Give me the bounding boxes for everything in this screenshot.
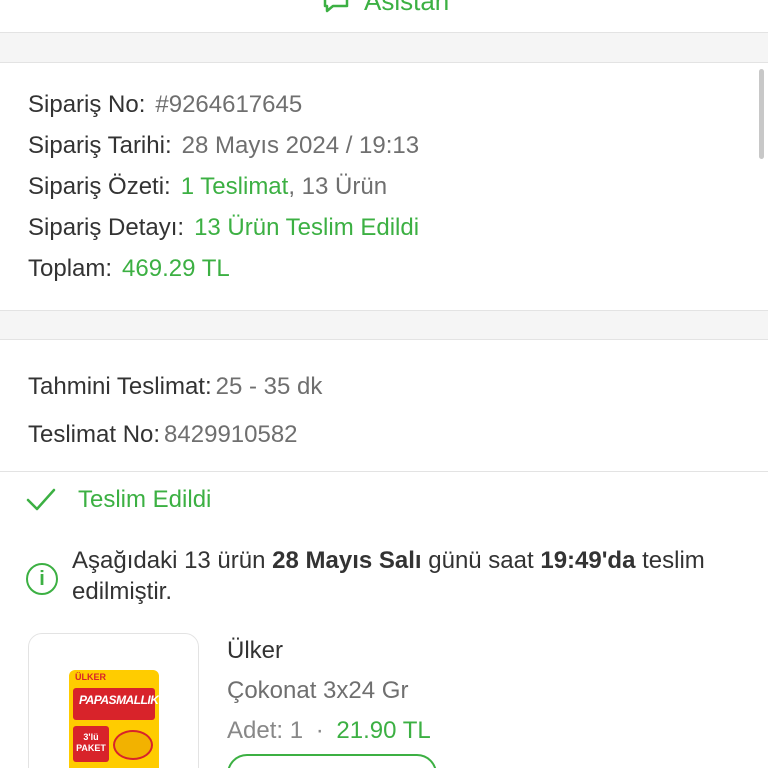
info-delivery-date: 28 Mayıs Salı bbox=[272, 547, 422, 574]
product-name: Çokonat 3x24 Gr bbox=[227, 677, 409, 704]
delivery-status: Teslim Edildi bbox=[26, 486, 211, 514]
delivery-info-text: Aşağıdaki 13 ürün 28 Mayıs Salı günü saa… bbox=[72, 545, 746, 607]
package-badge: 3'lü PAKET bbox=[73, 726, 109, 762]
order-total-value: 469.29 TL bbox=[122, 255, 230, 282]
top-action-bar: Asistan bbox=[0, 0, 768, 33]
eta-value: 25 - 35 dk bbox=[215, 373, 323, 400]
delivery-info: i Aşağıdaki 13 ürün 28 Mayıs Salı günü s… bbox=[26, 545, 746, 607]
product-package-illustration: ÜLKER PAPASMALLIK 3'lü PAKET bbox=[69, 670, 159, 768]
info-circle-icon: i bbox=[26, 563, 58, 595]
eta-label: Tahmini Teslimat: bbox=[28, 373, 212, 400]
package-brand: ÜLKER bbox=[75, 672, 106, 682]
info-text-mid: günü saat bbox=[421, 547, 541, 574]
product-quantity-price: Adet: 1 · 21.90 TL bbox=[227, 717, 431, 745]
order-detail-row: Sipariş Detayı: 13 Ürün Teslim Edildi bbox=[28, 214, 419, 242]
assistant-button[interactable]: Asistan bbox=[322, 0, 449, 17]
order-summary-row: Sipariş Özeti: 1 Teslimat, 13 Ürün bbox=[28, 173, 387, 201]
product-brand: Ülker bbox=[227, 637, 284, 664]
delivery-status-label: Teslim Edildi bbox=[78, 486, 212, 513]
delivery-number-value: 8429910582 bbox=[164, 421, 298, 448]
product-action-button[interactable] bbox=[227, 754, 437, 768]
package-name: PAPASMALLIK bbox=[79, 693, 159, 707]
product-image[interactable]: ÜLKER PAPASMALLIK 3'lü PAKET bbox=[28, 633, 199, 768]
info-delivery-time: 19:49'da bbox=[540, 547, 636, 574]
order-number-row: Sipariş No: #9264617645 bbox=[28, 91, 302, 119]
info-text-prefix: Aşağıdaki 13 ürün bbox=[72, 547, 273, 574]
order-date-value: 28 Mayıs 2024 / 19:13 bbox=[181, 132, 420, 159]
package-bar bbox=[113, 730, 153, 760]
order-summary-items: , 13 Ürün bbox=[288, 173, 388, 200]
separator: · bbox=[315, 717, 324, 744]
order-date-row: Sipariş Tarihi: 28 Mayıs 2024 / 19:13 bbox=[28, 132, 419, 160]
scrollbar[interactable] bbox=[759, 69, 764, 159]
order-summary-card: Sipariş No: #9264617645 Sipariş Tarihi: 28… bbox=[0, 62, 768, 311]
order-number-label: Sipariş No: bbox=[28, 91, 146, 118]
order-date-label: Sipariş Tarihi: bbox=[28, 132, 172, 159]
assistant-label: Asistan bbox=[364, 0, 450, 16]
order-total-row: Toplam: 469.29 TL bbox=[28, 255, 230, 283]
eta-row: Tahmini Teslimat: 25 - 35 dk bbox=[28, 373, 322, 401]
product-price: 21.90 TL bbox=[336, 717, 431, 744]
quantity-label: Adet: bbox=[227, 717, 284, 744]
order-detail-label: Sipariş Detayı: bbox=[28, 214, 185, 241]
delivery-number-row: Teslimat No: 8429910582 bbox=[28, 421, 298, 449]
order-total-label: Toplam: bbox=[28, 255, 113, 282]
order-number-value: #9264617645 bbox=[155, 91, 303, 118]
divider bbox=[0, 471, 768, 472]
chat-bubble-icon bbox=[323, 0, 349, 12]
order-detail-value: 13 Ürün Teslim Edildi bbox=[194, 214, 420, 241]
quantity-value: 1 bbox=[289, 717, 304, 744]
order-summary-delivery-link[interactable]: 1 Teslimat bbox=[181, 173, 289, 200]
order-summary-label: Sipariş Özeti: bbox=[28, 173, 171, 200]
delivery-number-label: Teslimat No: bbox=[28, 421, 161, 448]
check-icon bbox=[26, 488, 56, 511]
